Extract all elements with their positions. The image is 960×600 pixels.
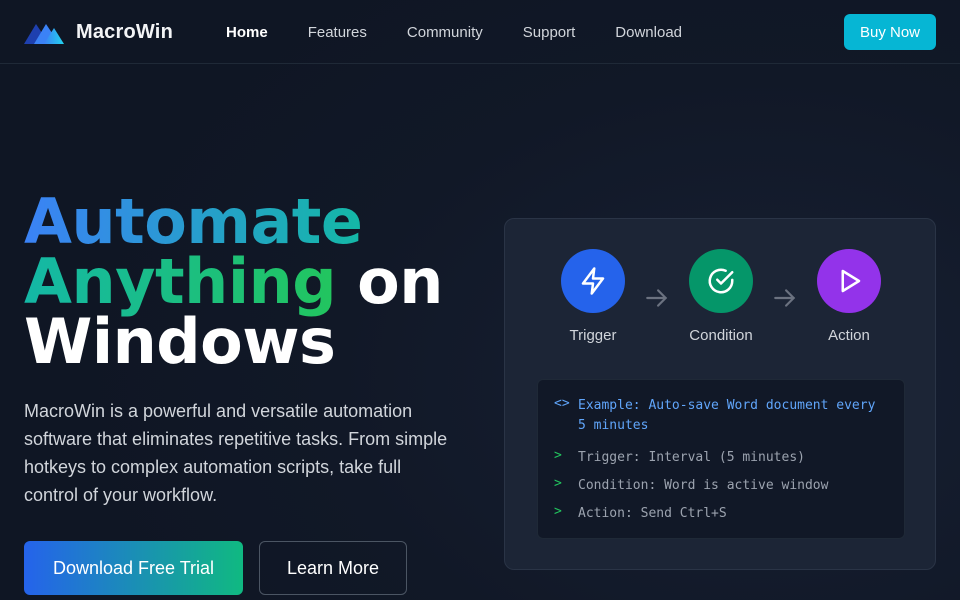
macrowin-logo-icon bbox=[24, 24, 64, 44]
example-line: > Action: Send Ctrl+S bbox=[554, 504, 727, 524]
top-nav: MacroWin Home Features Community Support… bbox=[0, 0, 960, 64]
nav-link-features[interactable]: Features bbox=[308, 24, 367, 41]
example-line: > Condition: Word is active window bbox=[554, 476, 828, 496]
chevron-right-icon: > bbox=[554, 476, 562, 491]
example-line-text: Action: Send Ctrl+S bbox=[578, 506, 727, 521]
nav-link-home[interactable]: Home bbox=[226, 24, 268, 41]
brand[interactable]: MacroWin bbox=[24, 18, 173, 46]
automation-flow-card: Trigger Condition Action <> Example: Aut… bbox=[504, 218, 936, 570]
flow-step-condition: Condition bbox=[666, 249, 776, 344]
flow-step-label: Action bbox=[828, 327, 870, 344]
example-line-text: Condition: Word is active window bbox=[578, 478, 829, 493]
example-title-row: <> Example: Auto-save Word document ever… bbox=[554, 396, 878, 436]
hero-description: MacroWin is a powerful and versatile aut… bbox=[24, 401, 448, 505]
chevron-right-icon: > bbox=[554, 448, 562, 463]
flow-step-label: Trigger bbox=[569, 327, 617, 344]
example-title: Example: Auto-save Word document every 5… bbox=[578, 398, 876, 433]
hero-title: Automate Anything on Windows bbox=[24, 191, 443, 373]
nav-links: Home Features Community Support Download bbox=[226, 0, 722, 64]
download-free-trial-button[interactable]: Download Free Trial bbox=[24, 541, 243, 595]
flow-step-action: Action bbox=[794, 249, 904, 344]
example-line-text: Trigger: Interval (5 minutes) bbox=[578, 450, 805, 465]
hero-title-word-windows: Windows bbox=[24, 305, 336, 378]
check-circle-icon bbox=[689, 249, 753, 313]
example-code-box: <> Example: Auto-save Word document ever… bbox=[537, 379, 905, 539]
nav-link-download[interactable]: Download bbox=[615, 24, 682, 41]
code-brackets-icon: <> bbox=[554, 396, 570, 411]
chevron-right-icon: > bbox=[554, 504, 562, 519]
flow-step-label: Condition bbox=[689, 327, 753, 344]
nav-link-support[interactable]: Support bbox=[523, 24, 576, 41]
example-line: > Trigger: Interval (5 minutes) bbox=[554, 448, 805, 468]
play-icon bbox=[817, 249, 881, 313]
hero-title-word-on: on bbox=[336, 245, 443, 318]
learn-more-button[interactable]: Learn More bbox=[259, 541, 407, 595]
buy-now-button[interactable]: Buy Now bbox=[844, 14, 936, 50]
flow-step-trigger: Trigger bbox=[538, 249, 648, 344]
nav-link-community[interactable]: Community bbox=[407, 24, 483, 41]
lightning-icon bbox=[561, 249, 625, 313]
brand-name: MacroWin bbox=[76, 20, 173, 43]
